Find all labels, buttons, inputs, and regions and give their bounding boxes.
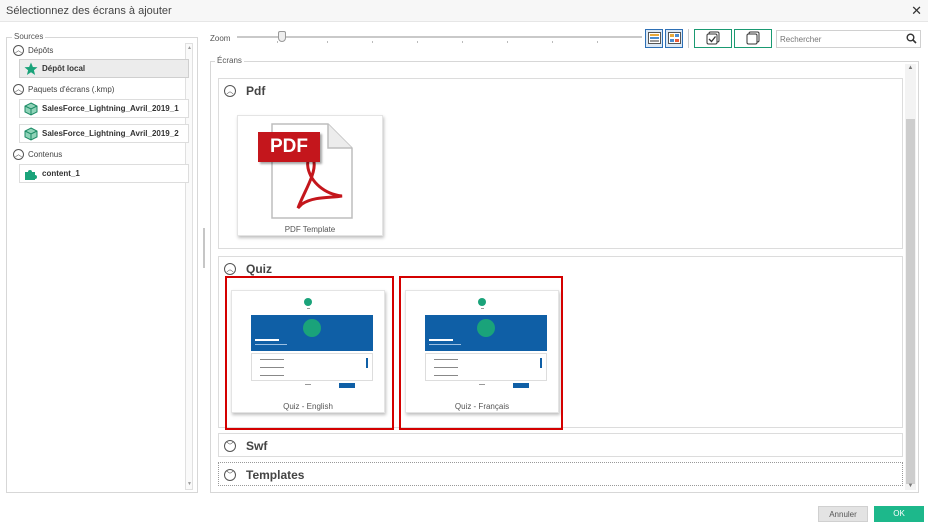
section-title: Templates <box>246 468 305 482</box>
expand-icon[interactable]: ﹀ <box>224 440 236 452</box>
collapse-icon[interactable]: ︿ <box>13 83 24 95</box>
screens-legend: Écrans <box>215 56 244 65</box>
window-title: Sélectionnez des écrans à ajouter <box>6 5 172 17</box>
section-header[interactable]: ﹀ Templates <box>224 468 304 482</box>
zoom-slider-track[interactable] <box>237 36 642 38</box>
section-swf: ﹀ Swf <box>218 433 903 457</box>
section-pdf: ︿ Pdf PDF PDF Template <box>218 78 903 249</box>
sources-panel: ▲ ▼ ︿ Dépôts Dépôt local ︿ Paquets d'écr… <box>6 37 198 493</box>
ok-button[interactable]: OK <box>874 506 924 522</box>
scroll-up-icon[interactable]: ▲ <box>187 46 192 51</box>
close-icon[interactable]: ✕ <box>911 3 922 19</box>
checkbox-empty-icon <box>746 31 760 47</box>
sources-legend: Sources <box>12 32 46 41</box>
puzzle-icon <box>24 167 38 181</box>
search-box[interactable] <box>776 30 921 48</box>
star-icon <box>24 62 38 76</box>
screen-card-label: PDF Template <box>284 225 336 234</box>
section-header[interactable]: ﹀ Swf <box>224 439 267 453</box>
section-header[interactable]: ︿ Quiz <box>224 262 272 276</box>
source-item-package-2[interactable]: SalesForce_Lightning_Avril_2019_2 <box>19 124 189 143</box>
scrollbar-thumb[interactable] <box>906 119 915 484</box>
source-item-label: SalesForce_Lightning_Avril_2019_2 <box>42 129 179 138</box>
source-item-label: Dépôt local <box>42 64 86 73</box>
deselect-all-button[interactable] <box>734 29 772 48</box>
group-contenus[interactable]: ︿ Contenus <box>13 148 62 160</box>
screens-scrollbar[interactable]: ▲ ▼ <box>905 64 916 490</box>
scroll-down-icon[interactable]: ▼ <box>187 482 192 487</box>
package-icon <box>24 126 38 141</box>
collapse-icon[interactable]: ︿ <box>224 85 236 97</box>
section-header[interactable]: ︿ Pdf <box>224 84 265 98</box>
grid-view-button[interactable] <box>665 29 683 48</box>
list-view-button[interactable] <box>645 29 663 48</box>
package-icon <box>24 101 38 116</box>
search-icon[interactable] <box>906 33 917 46</box>
list-view-icon <box>647 31 661 46</box>
pdf-banner: PDF <box>258 132 320 162</box>
group-paquets[interactable]: ︿ Paquets d'écrans (.kmp) <box>13 83 114 95</box>
section-templates: ﹀ Templates <box>218 462 903 486</box>
collapse-icon[interactable]: ︿ <box>224 263 236 275</box>
checkbox-checked-icon <box>706 31 720 47</box>
toolbar-separator <box>688 29 689 48</box>
source-item-label: content_1 <box>42 169 80 178</box>
screen-card-pdf-template[interactable]: PDF PDF Template <box>237 115 383 236</box>
group-label: Contenus <box>28 149 63 159</box>
expand-icon[interactable]: ﹀ <box>224 469 236 481</box>
group-label: Paquets d'écrans (.kmp) <box>28 84 115 94</box>
collapse-icon[interactable]: ︿ <box>13 44 24 56</box>
collapse-icon[interactable]: ︿ <box>13 148 24 160</box>
source-item-package-1[interactable]: SalesForce_Lightning_Avril_2019_1 <box>19 99 189 118</box>
title-bar: Sélectionnez des écrans à ajouter ✕ <box>0 0 928 22</box>
search-input[interactable] <box>780 33 905 45</box>
scroll-down-icon[interactable]: ▼ <box>905 482 916 490</box>
panel-splitter[interactable] <box>203 228 205 268</box>
pdf-file-icon: PDF <box>258 122 354 220</box>
zoom-ticks <box>237 41 642 43</box>
source-item-label: SalesForce_Lightning_Avril_2019_1 <box>42 104 179 113</box>
group-depots[interactable]: ︿ Dépôts <box>13 44 53 56</box>
zoom-slider-thumb[interactable] <box>277 31 286 42</box>
select-all-button[interactable] <box>694 29 732 48</box>
highlight-box-francais <box>399 276 563 430</box>
scroll-up-icon[interactable]: ▲ <box>905 64 916 72</box>
highlight-box-english <box>225 276 394 430</box>
grid-view-icon <box>667 31 681 46</box>
section-title: Pdf <box>246 84 266 98</box>
source-item-depot-local[interactable]: Dépôt local <box>19 59 189 78</box>
group-label: Dépôts <box>28 45 54 55</box>
section-title: Quiz <box>246 262 272 276</box>
source-item-content-1[interactable]: content_1 <box>19 164 189 183</box>
zoom-label: Zoom <box>210 34 231 43</box>
cancel-button[interactable]: Annuler <box>818 506 868 522</box>
section-title: Swf <box>246 439 268 453</box>
